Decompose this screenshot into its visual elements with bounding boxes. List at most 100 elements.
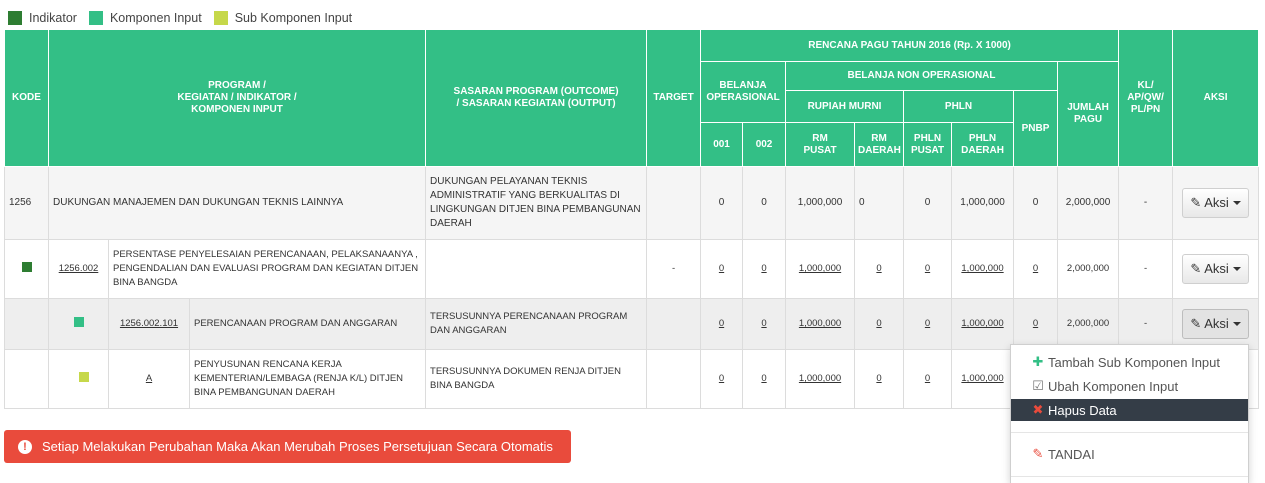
exclamation-icon: ! [18,439,32,454]
kode-link[interactable]: 1256.002.101 [120,318,178,329]
header-002: 002 [742,122,787,167]
menu-item-ubah-komponen[interactable]: ☑ Ubah Komponen Input [1011,375,1248,397]
cell-rm-pusat: 1,000,000 [785,298,856,350]
cell-phln-daerah: 1,000,000 [951,298,1015,350]
cell-rm-pusat: 1,000,000 [785,166,856,240]
cell-kode: A [108,349,190,409]
value-link[interactable]: 0 [876,373,881,384]
aksi-label: Aksi [1204,316,1229,331]
cell-jumlah: 2,000,000 [1057,298,1120,350]
cell-001: 0 [700,298,744,350]
aksi-label: Aksi [1204,195,1229,210]
value-link[interactable]: 1,000,000 [799,263,841,274]
value-link[interactable]: 0 [1033,263,1038,274]
cell-sasaran: TERSUSUNNYA DOKUMEN RENJA DITJEN BINA BA… [425,349,648,409]
menu-item-label: Hapus Data [1048,402,1117,418]
table-row-program: 1256 DUKUNGAN MANAJEMEN DAN DUKUNGAN TEK… [4,166,1260,240]
cell-phln-pusat: 0 [903,166,953,240]
menu-divider [1011,476,1248,477]
menu-item-label: Tambah Sub Komponen Input [1048,354,1221,370]
value-link[interactable]: 1,000,000 [799,318,841,329]
legend-indikator: Indikator [8,11,77,25]
cell-rm-pusat: 1,000,000 [785,349,856,409]
menu-item-label: TANDAI [1048,446,1095,462]
cell-aksi: ✎ Aksi [1172,298,1260,350]
menu-item-tambah-sub-komponen[interactable]: ✚ Tambah Sub Komponen Input [1011,351,1248,373]
cell-target: - [646,239,702,299]
cell-jumlah: 2,000,000 [1057,166,1120,240]
cell-pnbp: 0 [1013,239,1059,299]
legend: Indikator Komponen Input Sub Komponen In… [8,8,364,28]
legend-label: Sub Komponen Input [234,11,353,25]
cell-phln-pusat: 0 [903,298,953,350]
header-kode: KODE [4,29,49,167]
cell-kl: - [1118,298,1174,350]
legend-komponen-input: Komponen Input [88,11,202,25]
value-link[interactable]: 0 [761,373,766,384]
aksi-button[interactable]: ✎ Aksi [1182,254,1250,284]
cell-sasaran: DUKUNGAN PELAYANAN TEKNIS ADMINISTRATIF … [425,166,648,240]
cell-marker [48,298,109,350]
menu-item-label: Ubah Komponen Input [1048,378,1179,394]
value-link[interactable]: 0 [1033,318,1038,329]
check-square-icon: ☑ [1032,378,1044,393]
value-link[interactable]: 1,000,000 [961,318,1003,329]
legend-label: Komponen Input [109,11,202,25]
legend-swatch-sub-komponen [213,11,228,25]
value-link[interactable]: 0 [761,318,766,329]
menu-item-tandai[interactable]: ✎ TANDAI [1011,443,1248,465]
value-link[interactable]: 1,000,000 [961,263,1003,274]
cell-program: PERENCANAAN PROGRAM DAN ANGGARAN [188,298,427,350]
komponen-marker [73,316,84,327]
value-link[interactable]: 0 [719,373,724,384]
aksi-button[interactable]: ✎ Aksi [1182,188,1250,218]
cell-rm-daerah: 0 [854,239,905,299]
cell-phln-pusat: 0 [903,349,953,409]
header-phln: PHLN [903,90,1015,123]
legend-swatch-indikator [8,11,22,25]
header-belanja-non-operasional: BELANJA NON OPERASIONAL [785,61,1059,91]
cell-001: 0 [700,166,744,240]
header-pnbp: PNBP [1013,90,1059,167]
cell-002: 0 [742,349,787,409]
value-link[interactable]: 0 [925,318,930,329]
header-rm-pusat: RM PUSAT [785,122,856,167]
edit-icon: ✎ [1190,261,1202,276]
value-link[interactable]: 0 [925,263,930,274]
cell-kode: 1256.002 [48,239,109,299]
cell-aksi: ✎ Aksi [1172,239,1260,299]
value-link[interactable]: 1,000,000 [961,373,1003,384]
close-icon: ✖ [1032,402,1044,417]
value-link[interactable]: 0 [719,263,724,274]
aksi-button[interactable]: ✎ Aksi [1182,309,1250,339]
header-phln-daerah: PHLN DAERAH [951,122,1015,167]
sub-komponen-marker [78,371,89,382]
cell-phln-daerah: 1,000,000 [951,239,1015,299]
kode-link[interactable]: 1256.002 [59,263,99,274]
aksi-dropdown-menu: ✚ Tambah Sub Komponen Input ☑ Ubah Kompo… [1010,344,1249,483]
aksi-label: Aksi [1204,261,1229,276]
value-link[interactable]: 0 [876,318,881,329]
cell-empty [4,349,49,409]
cell-program: DUKUNGAN MANAJEMEN DAN DUKUNGAN TEKNIS L… [47,166,427,240]
cell-rm-pusat: 1,000,000 [785,239,856,299]
cell-002: 0 [742,239,787,299]
value-link[interactable]: 1,000,000 [799,373,841,384]
menu-divider [1011,432,1248,433]
menu-item-hapus-data[interactable]: ✖ Hapus Data [1011,399,1248,421]
value-link[interactable]: 0 [876,263,881,274]
value-link[interactable]: 0 [719,318,724,329]
cell-sasaran [425,239,648,299]
kode-link[interactable]: A [146,373,152,384]
alert-text: Setiap Melakukan Perubahan Maka Akan Mer… [42,439,553,454]
header-aksi: AKSI [1172,29,1260,167]
cell-aksi: ✎ Aksi [1172,166,1260,240]
indikator-marker [21,261,32,272]
header-jumlah-pagu: JUMLAH PAGU [1057,61,1120,167]
value-link[interactable]: 0 [761,263,766,274]
cell-kode: 1256.002.101 [108,298,190,350]
cell-rm-daerah: 0 [854,166,905,240]
cell-target [646,349,702,409]
header-001: 001 [700,122,744,167]
value-link[interactable]: 0 [925,373,930,384]
